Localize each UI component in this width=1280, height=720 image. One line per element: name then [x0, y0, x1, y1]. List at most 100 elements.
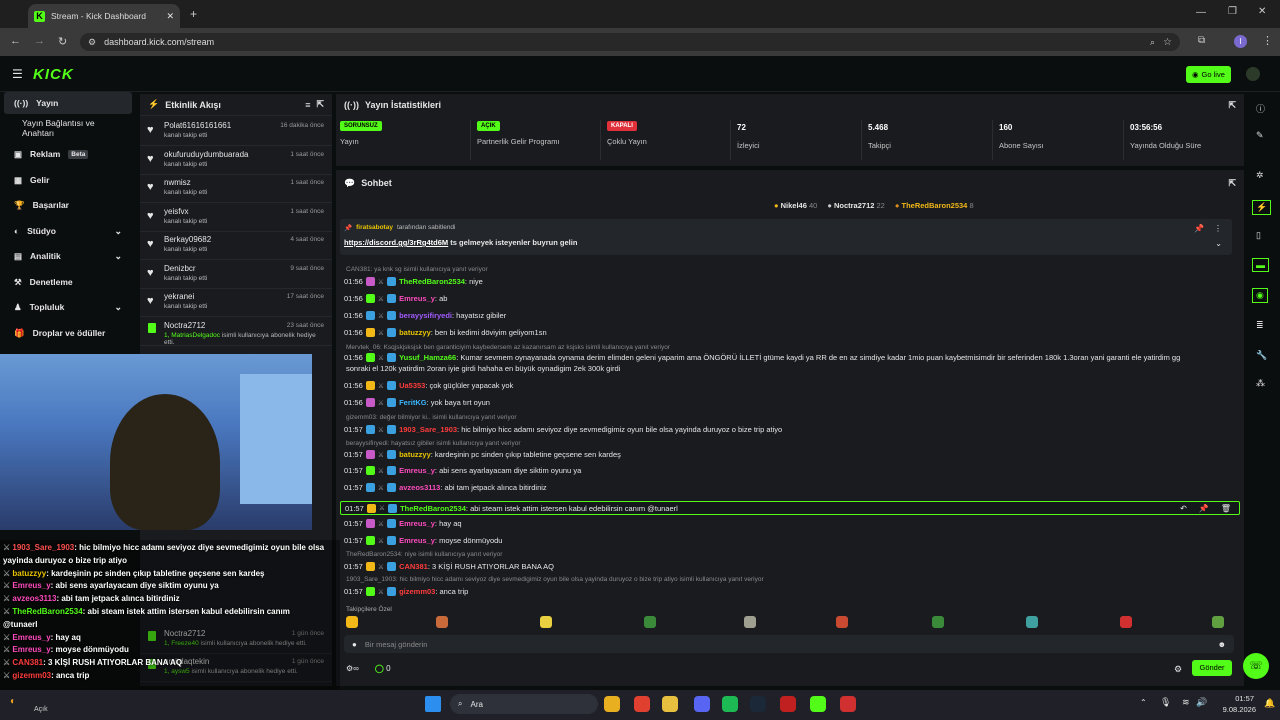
sidebar-item-achievements[interactable]: 🏆 Başarılar [4, 194, 132, 216]
settings-icon[interactable]: ✲ [1256, 170, 1264, 181]
activity-item[interactable]: ♥ yekranei kanalı takip etti 17 saat önce [140, 289, 332, 317]
chat-username[interactable]: gizemm03 [399, 587, 435, 596]
zoom-icon[interactable]: ⌕ [1150, 37, 1155, 48]
chat-username[interactable]: avzeos3113 [399, 483, 440, 492]
popout-icon[interactable]: ⇱ [1228, 100, 1236, 111]
profile-avatar[interactable]: I [1234, 35, 1247, 48]
activity-item[interactable]: ♥ Polat61616161661 kanalı takip etti 16 dak… [140, 118, 332, 146]
chat-message[interactable]: 01:56 ⚔ Yusuf_Hamza66: Kumar sevmem oynaya… [344, 353, 1180, 362]
document-icon[interactable]: ▯ [1256, 230, 1261, 241]
chat-message[interactable]: 01:57 ⚔ gizemm03: anca trip [344, 587, 468, 596]
emote-icon[interactable] [644, 616, 656, 628]
support-button[interactable]: ☏ [1243, 653, 1269, 679]
chat-message[interactable]: 01:56 ⚔ Emreus_y: ab [344, 294, 447, 303]
mod-tools-icon[interactable]: ⚙∞ [346, 664, 359, 673]
unpin-icon[interactable]: 📌 [1194, 224, 1204, 233]
taskbar-steam-icon[interactable] [750, 696, 766, 712]
chat-input[interactable]: ● Bir mesaj gönderin ☻ [344, 635, 1234, 653]
chat-username[interactable]: TheRedBaron2534 [400, 504, 466, 513]
clock-date[interactable]: 9.08.2026 [1216, 705, 1256, 714]
channel-points[interactable]: ◯ 0 [375, 664, 391, 673]
delete-icon[interactable]: 🗑 [1221, 504, 1231, 513]
hamburger-menu-icon[interactable]: ☰ [12, 67, 23, 81]
sidebar-item-ads[interactable]: ▣ Reklam Beta [4, 143, 132, 165]
volume-icon[interactable]: 🔊 [1196, 697, 1207, 708]
sidebar-item-stream[interactable]: ((·)) Yayın [4, 92, 132, 114]
activity-item[interactable]: ♥ Berkay09682 kanalı takip etti 4 saat önce [140, 232, 332, 260]
chat-message[interactable]: 01:57 ⚔ CAN381: 3 KİŞİ RUSH ATIYORLAR BANA… [344, 562, 554, 571]
mic-icon[interactable]: 🎙 [1160, 697, 1171, 708]
browser-tab[interactable]: K Stream - Kick Dashboard ✕ [28, 4, 180, 28]
emote-icon[interactable] [744, 616, 756, 628]
gifter-1[interactable]: ● Nikel46 40 [774, 201, 817, 210]
gifter-3[interactable]: ● TheRedBaron2534 8 [895, 201, 974, 210]
chat-message[interactable]: 01:57 ⚔ Emreus_y: abi sens ayarlayacam diy… [344, 466, 581, 475]
chat-message[interactable]: 01:57 ⚔ avzeos3113: abi tam jetpack alınca… [344, 483, 547, 492]
reload-icon[interactable]: ↻ [58, 35, 67, 48]
sidebar-item-revenue[interactable]: ▦ Gelir [4, 169, 132, 191]
new-tab-button[interactable]: + [190, 7, 197, 21]
share-icon[interactable]: ⁂ [1256, 378, 1265, 389]
forward-icon[interactable]: → [34, 35, 45, 47]
extensions-icon[interactable]: ⧉ [1198, 35, 1205, 46]
discord-link[interactable]: https://discord.gg/3rRg4td6M [344, 238, 448, 247]
emoji-icon[interactable]: ☻ [1218, 640, 1226, 649]
close-window-icon[interactable]: ✕ [1258, 6, 1266, 17]
chat-settings-icon[interactable]: ⚙ [1174, 664, 1182, 675]
emote-icon[interactable] [1120, 616, 1132, 628]
taskbar-spotify-icon[interactable] [722, 696, 738, 712]
chat-username[interactable]: berayysifiryedi [399, 311, 452, 320]
bookmark-star-icon[interactable]: ☆ [1163, 37, 1172, 48]
emote-icon[interactable] [932, 616, 944, 628]
more-options-icon[interactable]: ⋮ [1214, 224, 1222, 233]
address-bar[interactable]: ⚙ dashboard.kick.com/stream ⌕ ☆ [80, 33, 1180, 51]
sidebar-item-studio[interactable]: ◐ Stüdyo ⌄ [4, 220, 132, 242]
chat-username[interactable]: Ua5353 [399, 381, 425, 390]
emote-icon[interactable] [1026, 616, 1038, 628]
chat-message[interactable]: 01:57 ⚔ Emreus_y: hay aq [344, 519, 462, 528]
edit-icon[interactable]: ✎ [1256, 130, 1264, 141]
chat-username[interactable]: FeritKG [399, 398, 427, 407]
taskbar-discord-icon[interactable] [694, 696, 710, 712]
chat-username[interactable]: CAN381 [399, 562, 428, 571]
sidebar-item-moderation[interactable]: ⚒ Denetleme [4, 271, 132, 293]
chat-username[interactable]: Emreus_y [399, 519, 435, 528]
sidebar-item-analytics[interactable]: ▤ Analitik ⌄ [4, 245, 132, 267]
sidebar-item-drops[interactable]: 🎁 Droplar ve ödüller [4, 322, 132, 344]
chat-username[interactable]: Emreus_y [399, 536, 435, 545]
activity-item[interactable]: ♥ okufuruduydumbuarada kanalı takip etti 1 … [140, 147, 332, 175]
clock-time[interactable]: 01:57 [1226, 694, 1254, 703]
chat-username[interactable]: Emreus_y [399, 466, 435, 475]
emote-icon[interactable] [540, 616, 552, 628]
send-button[interactable]: Gönder [1192, 660, 1232, 676]
minimize-icon[interactable]: — [1196, 7, 1206, 18]
chat-message[interactable]: 01:56 ⚔ batuzzyy: ben bi kedimi döviyim ge… [344, 328, 547, 337]
sidebar-item-community[interactable]: ♟ Topluluk ⌄ [4, 296, 132, 318]
activity-item[interactable]: Noctra2712 1, MatriasDelgadoc isimli kull… [140, 318, 332, 346]
chat-message[interactable]: 01:57 ⚔ 1903_Sare_1903: hic bilmiyo hicc a… [344, 425, 782, 434]
popout-icon[interactable]: ⇱ [316, 99, 324, 110]
chat-username[interactable]: TheRedBaron2534 [399, 277, 465, 286]
start-button[interactable] [425, 696, 441, 712]
chat-username[interactable]: 1903_Sare_1903 [399, 425, 457, 434]
taskbar-search[interactable]: ⌕ Ara [450, 694, 598, 714]
popout-icon[interactable]: ⇱ [1228, 178, 1236, 189]
chat-message[interactable]: 01:56 ⚔ Ua5353: çok güçlüler yapacak yok [344, 381, 513, 390]
notification-icon[interactable]: 🔔 [1264, 698, 1275, 709]
server-icon[interactable]: ≣ [1256, 320, 1264, 331]
sidebar-item-stream-key[interactable]: Yayın Bağlantısı ve Anahtarı [4, 117, 132, 139]
emote-icon[interactable] [436, 616, 448, 628]
reply-icon[interactable]: ↶ [1180, 504, 1187, 513]
pin-icon[interactable]: 📌 [1199, 504, 1209, 513]
chat-username[interactable]: Yusuf_Hamza66 [399, 353, 456, 362]
chat-message[interactable]: 01:56 ⚔ TheRedBaron2534: niye [344, 277, 483, 286]
chat-message[interactable]: 01:56 ⚔ berayysifiryedi: hayatsız gibiler [344, 311, 506, 320]
taskbar-file-explorer-icon[interactable] [604, 696, 620, 712]
maximize-icon[interactable]: ❐ [1228, 6, 1237, 17]
chat-username[interactable]: batuzzyy [399, 450, 431, 459]
activity-item[interactable]: ♥ nwmisz kanalı takip etti 1 saat önce [140, 175, 332, 203]
kick-logo[interactable]: KICK [33, 66, 74, 83]
taskbar-game-icon[interactable] [840, 696, 856, 712]
activity-item[interactable]: ♥ yeisfvx kanalı takip etti 1 saat önce [140, 204, 332, 232]
taskbar-files-icon[interactable] [662, 696, 678, 712]
